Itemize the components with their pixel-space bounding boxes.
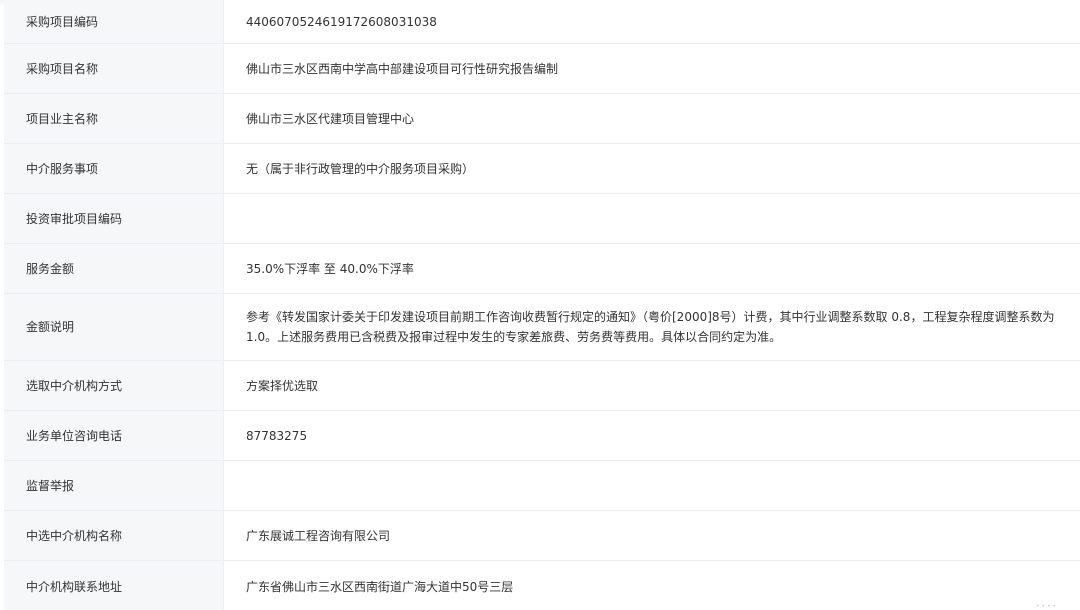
- row-label-investment-code: 投资审批项目编码: [4, 193, 224, 244]
- row-label-consult-phone: 业务单位咨询电话: [4, 410, 224, 461]
- table-row: 服务金额 35.0%下浮率 至 40.0%下浮率: [4, 243, 1080, 294]
- table-row: 中介机构联系地址 广东省佛山市三水区西南街道广海大道中50号三层: [4, 560, 1080, 610]
- row-value-service-item: 无（属于非行政管理的中介服务项目采购）: [223, 143, 1080, 194]
- table-row: 项目业主名称 佛山市三水区代建项目管理中心: [4, 93, 1080, 144]
- page-frame: 采购项目编码 440607052461917260803103​8 采购项目名称…: [0, 0, 1080, 610]
- row-value-amount-note: 参考《转发国家计委关于印发建设项目前期工作咨询收费暂行规定的通知》（粤价[200…: [223, 293, 1080, 361]
- row-label-service-item: 中介服务事项: [4, 143, 224, 194]
- row-label-selection-method: 选取中介机构方式: [4, 360, 224, 411]
- row-value-supervision: [223, 460, 1080, 511]
- row-label-agency-name: 中选中介机构名称: [4, 510, 224, 561]
- row-label-amount-note: 金额说明: [4, 293, 224, 361]
- row-value-project-name: 佛山市三水区西南中学高中部建设项目可行性研究报告编制: [223, 43, 1080, 94]
- row-value-selection-method: 方案择优选取: [223, 360, 1080, 411]
- table-row: 采购项目名称 佛山市三水区西南中学高中部建设项目可行性研究报告编制: [4, 43, 1080, 94]
- table-row: 监督举报: [4, 460, 1080, 511]
- row-label-project-code: 采购项目编码: [4, 0, 224, 44]
- table-row: 投资审批项目编码: [4, 193, 1080, 244]
- row-value-investment-code: [223, 193, 1080, 244]
- corner-mark: ••••: [1036, 603, 1059, 610]
- row-label-service-amount: 服务金额: [4, 243, 224, 294]
- row-label-project-name: 采购项目名称: [4, 43, 224, 94]
- row-label-owner-name: 项目业主名称: [4, 93, 224, 144]
- table-row: 选取中介机构方式 方案择优选取: [4, 360, 1080, 411]
- row-value-project-code: 440607052461917260803103​8: [223, 0, 1080, 44]
- table-row: 采购项目编码 440607052461917260803103​8: [4, 0, 1080, 44]
- row-value-service-amount: 35.0%下浮率 至 40.0%下浮率: [223, 243, 1080, 294]
- row-label-agency-address: 中介机构联系地址: [4, 560, 224, 610]
- row-value-agency-address: 广东省佛山市三水区西南街道广海大道中50号三层: [223, 560, 1080, 610]
- project-info-table: 采购项目编码 440607052461917260803103​8 采购项目名称…: [4, 0, 1080, 610]
- table-row: 中选中介机构名称 广东展诚工程咨询有限公司: [4, 510, 1080, 561]
- table-row: 金额说明 参考《转发国家计委关于印发建设项目前期工作咨询收费暂行规定的通知》（粤…: [4, 293, 1080, 361]
- row-label-supervision: 监督举报: [4, 460, 224, 511]
- row-value-owner-name: 佛山市三水区代建项目管理中心: [223, 93, 1080, 144]
- row-value-consult-phone: 87783275: [223, 410, 1080, 461]
- table-row: 业务单位咨询电话 87783275: [4, 410, 1080, 461]
- table-row: 中介服务事项 无（属于非行政管理的中介服务项目采购）: [4, 143, 1080, 194]
- row-value-agency-name: 广东展诚工程咨询有限公司: [223, 510, 1080, 561]
